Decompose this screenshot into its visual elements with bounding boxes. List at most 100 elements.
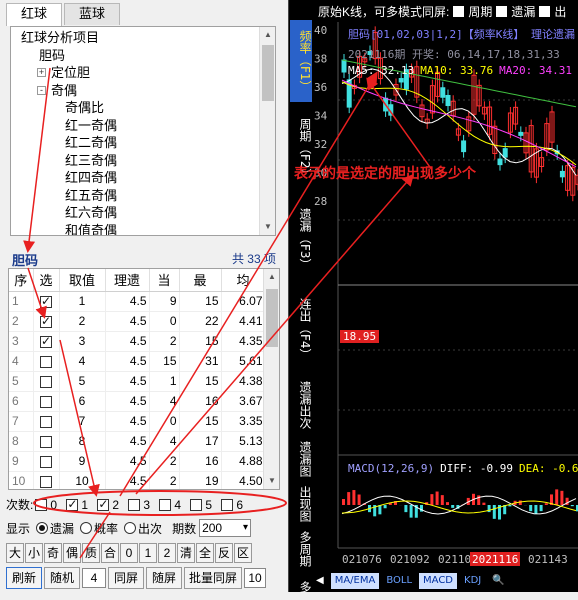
quick-key-button[interactable]: 2 (158, 543, 176, 563)
tree-item[interactable]: 和值奇偶 (11, 222, 275, 237)
row-select-checkbox[interactable] (40, 296, 52, 308)
sidebar-mode-item[interactable]: 遗漏（F3） (290, 196, 312, 282)
column-header[interactable]: 当 (149, 269, 179, 291)
row-select-checkbox[interactable] (40, 436, 52, 448)
quick-key-button[interactable]: 全 (196, 543, 214, 563)
indicator-button[interactable]: KDJ (460, 573, 485, 589)
quick-key-button[interactable]: 清 (177, 543, 195, 563)
display-option[interactable]: 概率 (80, 520, 118, 537)
with-screen-button[interactable]: 随屏 (146, 567, 182, 589)
row-select-checkbox[interactable] (40, 336, 52, 348)
table-scrollbar[interactable]: ▲ ▼ (263, 269, 279, 489)
indicator-button[interactable]: MA/EMA (331, 573, 380, 589)
display-radio[interactable] (124, 522, 136, 534)
tab-red-ball[interactable]: 红球 (6, 3, 62, 26)
times-checkbox[interactable] (190, 499, 202, 511)
row-select-checkbox[interactable] (40, 396, 52, 408)
quick-key-button[interactable]: 0 (120, 543, 138, 563)
row-select-checkbox[interactable] (40, 376, 52, 388)
table-row[interactable]: 224.50224.41 (9, 311, 265, 331)
tree-item[interactable]: 红球分析项目 (11, 29, 275, 47)
tree-item[interactable]: +定位胆 (11, 64, 275, 82)
times-checkbox[interactable] (221, 499, 233, 511)
tree-item[interactable]: -奇偶 (11, 82, 275, 100)
zoom-icon[interactable]: 🔍 (488, 573, 508, 589)
times-option[interactable]: 5 (190, 498, 217, 512)
table-row[interactable]: 10104.52194.50 (9, 471, 265, 490)
times-checkbox[interactable] (128, 499, 140, 511)
expand-icon[interactable]: + (37, 68, 46, 77)
table-row[interactable]: 114.59156.07 (9, 291, 265, 311)
scroll-down-icon[interactable]: ▼ (260, 219, 276, 235)
sidebar-mode-item[interactable]: 遗漏出次 (290, 376, 312, 434)
tree-item[interactable]: 红一奇偶 (11, 117, 275, 135)
sidebar-mode-item[interactable]: 出现图 (290, 484, 312, 524)
quick-key-button[interactable]: 区 (234, 543, 252, 563)
tab-blue-ball[interactable]: 蓝球 (64, 3, 120, 25)
times-option[interactable]: 1 (66, 498, 93, 512)
times-option[interactable]: 0 (35, 498, 62, 512)
table-row[interactable]: 884.54175.13 (9, 431, 265, 451)
times-option[interactable]: 4 (159, 498, 186, 512)
quick-key-button[interactable]: 奇 (44, 543, 62, 563)
column-header[interactable]: 序 (9, 269, 33, 291)
collapse-icon[interactable]: - (37, 86, 46, 95)
times-option[interactable]: 3 (128, 498, 155, 512)
row-select-checkbox[interactable] (40, 316, 52, 328)
sidebar-mode-item[interactable]: 连出（F4） (290, 286, 312, 372)
table-row[interactable]: 774.50153.35 (9, 411, 265, 431)
table-row[interactable]: 554.51154.38 (9, 371, 265, 391)
indicator-button[interactable]: BOLL (382, 573, 416, 589)
table-row[interactable]: 444.515315.61 (9, 351, 265, 371)
column-header[interactable]: 理遗 (105, 269, 149, 291)
quick-key-button[interactable]: 合 (101, 543, 119, 563)
quick-key-button[interactable]: 小 (25, 543, 43, 563)
column-header[interactable]: 最 (179, 269, 221, 291)
sidebar-mode-item[interactable]: 多 (290, 574, 312, 600)
scroll-up-icon[interactable]: ▲ (260, 27, 276, 43)
random-button[interactable]: 随机 (44, 567, 80, 589)
scroll-left-icon[interactable]: ◀ (312, 573, 328, 589)
tree-scrollbar[interactable]: ▲ ▼ (259, 27, 275, 235)
quick-key-button[interactable]: 1 (139, 543, 157, 563)
display-radio[interactable] (80, 522, 92, 534)
tree-item[interactable]: 红五奇偶 (11, 187, 275, 205)
batch-count-input[interactable]: 10 (244, 568, 266, 588)
table-scroll-thumb[interactable] (266, 289, 278, 347)
table-row[interactable]: 664.54163.67 (9, 391, 265, 411)
periods-select[interactable]: 200 (199, 519, 251, 537)
tree-item[interactable]: 胆码 (11, 47, 275, 65)
same-screen-button[interactable]: 同屏 (108, 567, 144, 589)
scroll-down-icon[interactable]: ▼ (264, 473, 280, 489)
times-checkbox[interactable] (97, 499, 109, 511)
times-checkbox[interactable] (66, 499, 78, 511)
column-header[interactable]: 均 (221, 269, 265, 291)
times-option[interactable]: 2 (97, 498, 124, 512)
times-checkbox[interactable] (159, 499, 171, 511)
display-option[interactable]: 出次 (124, 520, 162, 537)
quick-key-button[interactable]: 大 (6, 543, 24, 563)
display-radio[interactable] (36, 522, 48, 534)
sidebar-mode-item[interactable]: 遗漏图 (290, 438, 312, 480)
tree-item[interactable]: 红六奇偶 (11, 204, 275, 222)
refresh-button[interactable]: 刷新 (6, 567, 42, 589)
sidebar-mode-item[interactable]: 多周期 (290, 528, 312, 570)
tree-item[interactable]: 红三奇偶 (11, 152, 275, 170)
quick-key-button[interactable]: 质 (82, 543, 100, 563)
column-header[interactable]: 取值 (59, 269, 105, 291)
quick-key-button[interactable]: 反 (215, 543, 233, 563)
display-option[interactable]: 遗漏 (36, 520, 74, 537)
column-header[interactable]: 选 (33, 269, 59, 291)
indicator-button[interactable]: MACD (419, 573, 457, 589)
tree-scroll-thumb[interactable] (262, 45, 274, 101)
times-checkbox[interactable] (35, 499, 47, 511)
tree-item[interactable]: 红二奇偶 (11, 134, 275, 152)
row-select-checkbox[interactable] (40, 456, 52, 468)
sidebar-mode-item[interactable]: 频率（F1） (290, 20, 312, 102)
row-select-checkbox[interactable] (40, 416, 52, 428)
tree-item[interactable]: 奇偶比 (11, 99, 275, 117)
table-row[interactable]: 334.52154.35 (9, 331, 265, 351)
row-select-checkbox[interactable] (40, 476, 52, 488)
times-option[interactable]: 6 (221, 498, 248, 512)
scroll-up-icon[interactable]: ▲ (264, 269, 280, 285)
